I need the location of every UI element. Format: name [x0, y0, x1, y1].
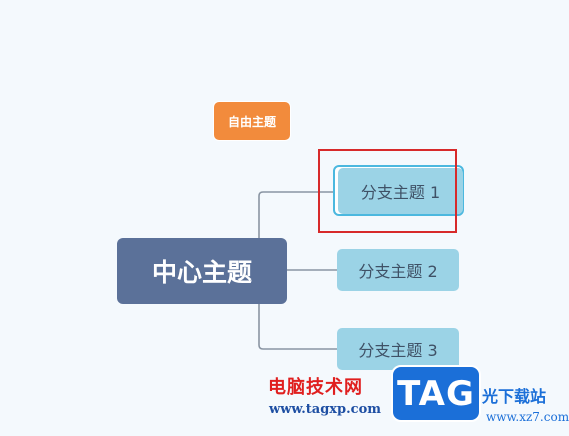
branch-topic-1[interactable]: 分支主题 1	[338, 168, 463, 214]
central-topic-label: 中心主题	[151, 258, 252, 287]
branch-topic-label: 分支主题 2	[358, 262, 438, 281]
watermark-site-name: 电脑技术网	[268, 377, 363, 398]
tag-logo-text: TAG	[397, 373, 475, 414]
watermark: 电脑技术网 www.tagxp.com	[258, 370, 398, 430]
watermark-site-url: www.tagxp.com	[269, 402, 382, 417]
branch-topic-label: 分支主题 3	[358, 341, 438, 360]
tag-logo-icon: TAG	[391, 365, 481, 422]
watermark-site-url-2: www.xz7.com	[486, 410, 569, 424]
branch-topic-2[interactable]: 分支主题 2	[337, 249, 459, 291]
central-topic[interactable]: 中心主题	[117, 238, 287, 304]
mindmap-canvas[interactable]: 自由主题 中心主题 分支主题 1 分支主题 2 分支主题 3 电脑技术网 www…	[0, 0, 569, 436]
watermark-site-name-2: 光下载站	[482, 387, 547, 406]
free-topic[interactable]: 自由主题	[213, 101, 291, 141]
branch-topic-3[interactable]: 分支主题 3	[337, 328, 459, 370]
branch-topic-label: 分支主题 1	[360, 183, 441, 202]
free-topic-label: 自由主题	[227, 114, 276, 129]
